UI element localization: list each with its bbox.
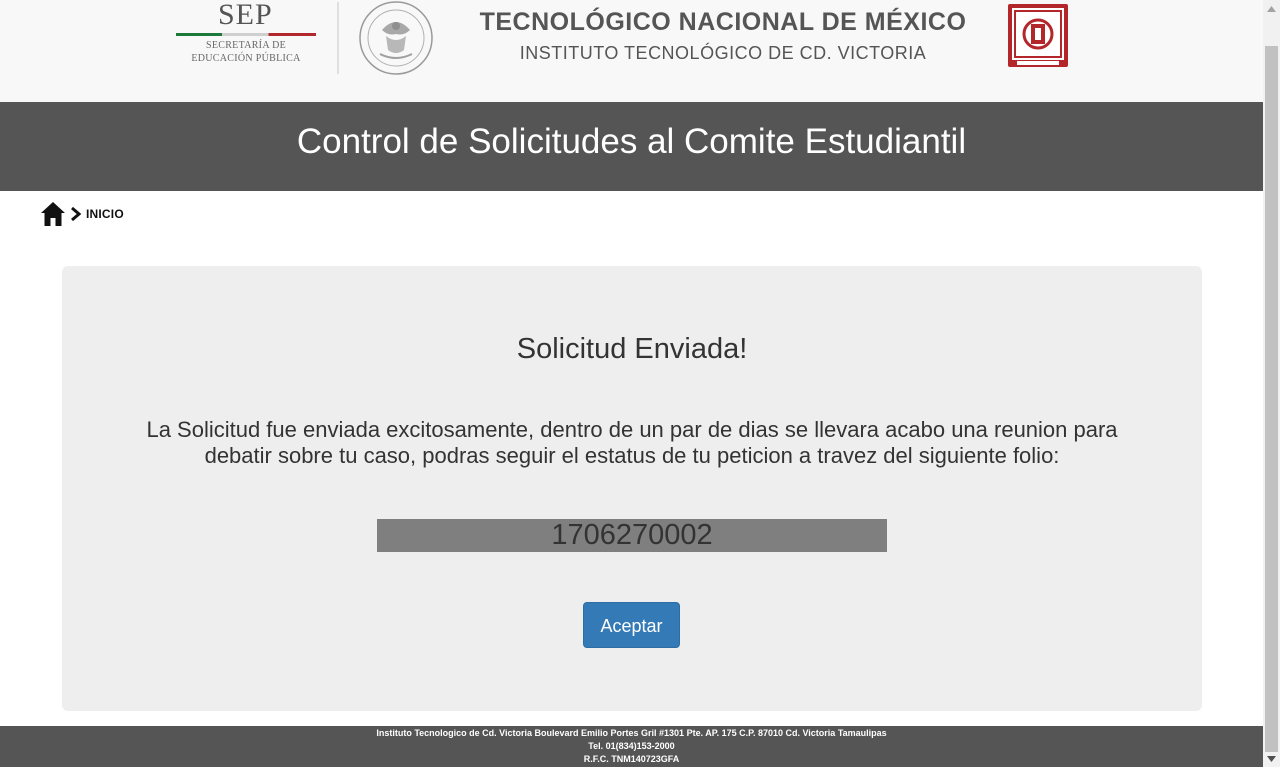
sep-logo-line-2: EDUCACIÓN PÚBLICA xyxy=(191,53,301,64)
footer-phone: Tel. 01(834)153-2000 xyxy=(588,741,675,751)
itcv-logo-icon xyxy=(1008,4,1068,67)
institution-title: TECNOLÓGICO NACIONAL DE MÉXICO xyxy=(479,8,967,36)
logo-divider xyxy=(337,2,339,74)
sep-logo-tricolor-bar xyxy=(176,33,316,36)
footer-address: Instituto Tecnologico de Cd. Victoria Bo… xyxy=(376,728,887,738)
breadcrumb-current[interactable]: INICIO xyxy=(86,207,124,221)
sep-logo: SEP SECRETARÍA DE EDUCACIÓN PÚBLICA xyxy=(172,0,322,70)
sep-logo-word: SEP xyxy=(218,0,273,31)
confirmation-card: Solicitud Enviada! La Solicitud fue envi… xyxy=(62,266,1202,711)
vertical-scrollbar[interactable] xyxy=(1263,0,1280,767)
page-title: Control de Solicitudes al Comite Estudia… xyxy=(296,122,967,161)
mexican-seal-icon xyxy=(359,1,433,75)
accept-button[interactable]: Aceptar xyxy=(583,602,680,648)
title-band: Control de Solicitudes al Comite Estudia… xyxy=(0,102,1263,191)
scrollbar-thumb[interactable] xyxy=(1265,46,1278,752)
footer: Instituto Tecnologico de Cd. Victoria Bo… xyxy=(0,726,1263,767)
confirmation-heading: Solicitud Enviada! xyxy=(516,333,748,365)
scroll-up-arrow-icon[interactable] xyxy=(1263,0,1280,17)
institution-subtitle: INSTITUTO TECNOLÓGICO DE CD. VICTORIA xyxy=(519,43,927,63)
folio-display: 1706270002 xyxy=(377,519,887,552)
confirmation-message: La Solicitud fue enviada excitosamente, … xyxy=(146,417,1118,468)
home-icon[interactable] xyxy=(40,201,66,227)
chevron-right-icon xyxy=(71,207,82,221)
footer-rfc: R.F.C. TNM140723GFA xyxy=(583,754,680,764)
institutional-header: SEP SECRETARÍA DE EDUCACIÓN PÚBLICA TECN… xyxy=(0,0,1263,102)
breadcrumb: INICIO xyxy=(40,200,124,228)
sep-logo-line-1: SECRETARÍA DE xyxy=(205,40,287,51)
scroll-down-arrow-icon[interactable] xyxy=(1263,750,1280,767)
